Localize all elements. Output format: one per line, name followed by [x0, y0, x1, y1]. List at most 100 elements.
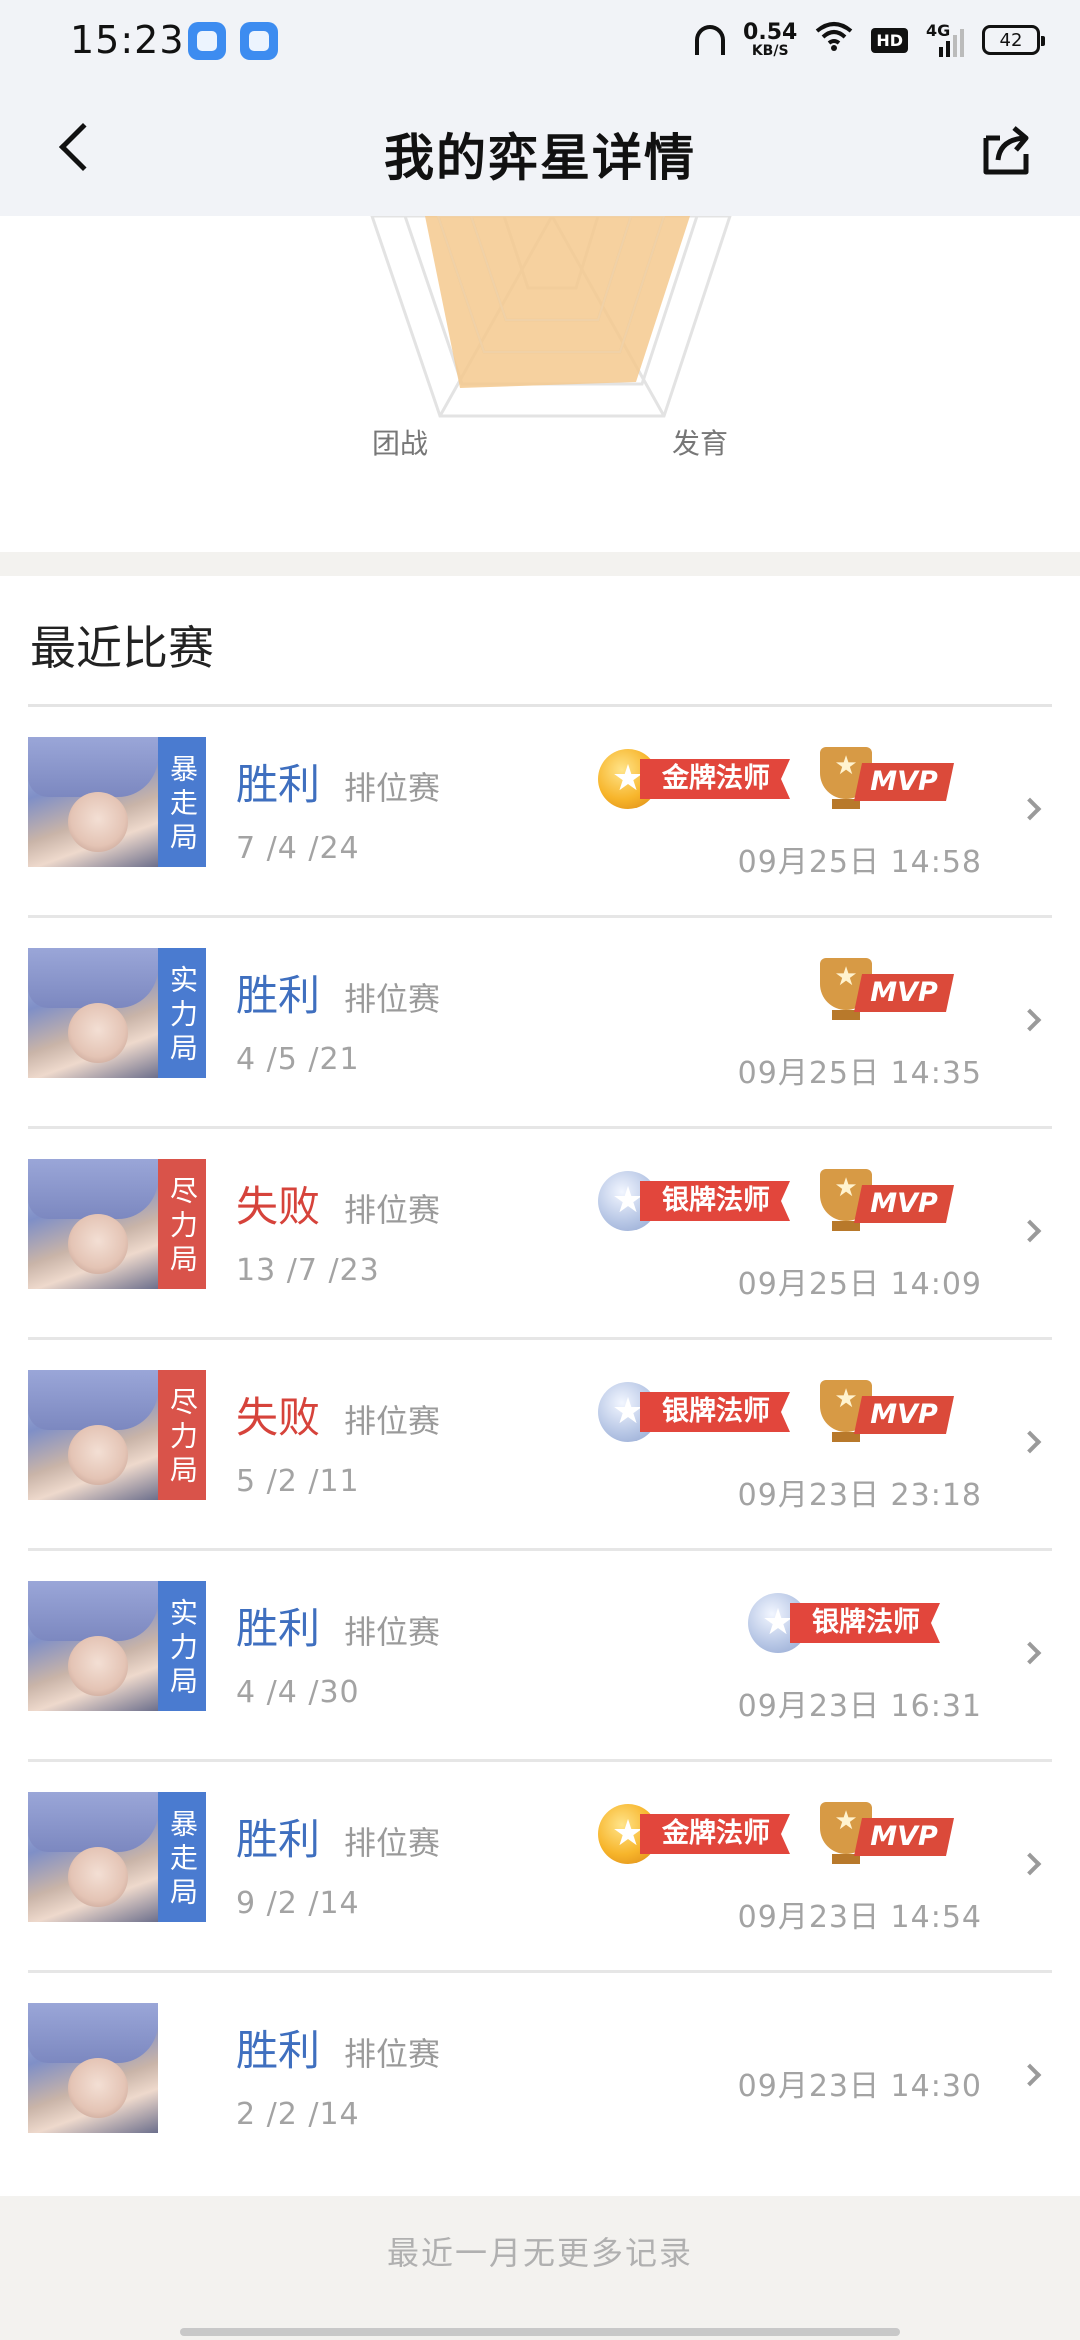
- medal-badge: 金牌法师: [598, 1802, 798, 1866]
- match-time: 09月25日 14:09: [737, 1267, 982, 1302]
- medal-badge: 银牌法师: [598, 1380, 798, 1444]
- battery-icon: 42: [982, 25, 1045, 55]
- share-button[interactable]: [978, 122, 1034, 178]
- hero-avatar: [28, 1159, 158, 1289]
- mvp-label: MVP: [854, 974, 954, 1012]
- match-row[interactable]: 暴走局胜利排位赛 7 /4 /24 09月25日 14:58 金牌法师 MVP: [0, 707, 1080, 918]
- match-mode-badge: 暴走局: [158, 1792, 206, 1922]
- match-time: 09月25日 14:58: [737, 845, 982, 880]
- match-mode-badge: 暴走局: [158, 737, 206, 867]
- match-result: 失败: [236, 1182, 321, 1231]
- mvp-badge: MVP: [814, 1169, 956, 1233]
- mvp-badge: MVP: [814, 747, 956, 811]
- chevron-right-icon: [1018, 1008, 1044, 1032]
- medal-badge: 银牌法师: [748, 1591, 948, 1655]
- hero-avatar: [28, 2003, 158, 2133]
- status-indicators: 0.54 KB/S HD 4G 42: [695, 18, 1045, 62]
- match-kda: 7 /4 /24: [236, 831, 360, 866]
- match-type: 排位赛: [344, 1191, 441, 1229]
- match-result: 胜利: [236, 760, 321, 809]
- mvp-label: MVP: [854, 1818, 954, 1856]
- radar-label-farming: 发育: [672, 427, 729, 460]
- match-type: 排位赛: [344, 1402, 441, 1440]
- match-result: 胜利: [236, 1604, 321, 1653]
- match-row[interactable]: 暴走局胜利排位赛 9 /2 /14 09月23日 14:54 金牌法师 MVP: [0, 1762, 1080, 1973]
- no-more-records-text: 最近一月无更多记录: [386, 2234, 693, 2272]
- hero-avatar: [28, 1792, 158, 1922]
- medal-label: 金牌法师: [640, 759, 790, 799]
- hero-avatar: [28, 948, 158, 1078]
- match-kda: 9 /2 /14: [236, 1886, 360, 1921]
- match-mode-badge: 尽力局: [158, 1159, 206, 1289]
- headset-icon: [695, 25, 726, 55]
- match-mode-badge: 实力局: [158, 1581, 206, 1711]
- home-indicator[interactable]: [180, 2328, 900, 2336]
- match-result: 胜利: [236, 2026, 321, 2075]
- match-row[interactable]: 实力局胜利排位赛 4 /4 /30 09月23日 16:31 银牌法师: [0, 1551, 1080, 1762]
- network-speed: 0.54 KB/S: [743, 20, 798, 59]
- app-header: 我的弈星详情: [0, 82, 1080, 216]
- chevron-right-icon: [1018, 1852, 1044, 1876]
- match-result: 胜利: [236, 1815, 321, 1864]
- medal-label: 金牌法师: [640, 1814, 790, 1854]
- mvp-label: MVP: [854, 1185, 954, 1223]
- match-kda: 13 /7 /23: [236, 1253, 380, 1288]
- match-kda: 4 /4 /30: [236, 1675, 360, 1710]
- recent-matches-title: 最近比赛: [30, 621, 214, 675]
- footer: 最近一月无更多记录: [0, 2196, 1080, 2340]
- match-row[interactable]: 胜利 排位赛 2 /2 /14 09月23日 14:30: [0, 1973, 1080, 2184]
- match-time: 09月23日 23:18: [737, 1478, 982, 1513]
- medal-badge: 金牌法师: [598, 747, 798, 811]
- match-type: 排位赛: [344, 1613, 441, 1651]
- section-separator: [0, 552, 1080, 576]
- match-time: 09月23日 16:31: [737, 1689, 982, 1724]
- mvp-badge: MVP: [814, 1380, 956, 1444]
- mvp-label: MVP: [854, 1396, 954, 1434]
- radar-label-teamfight: 团战: [372, 427, 429, 460]
- match-mode-badge: 尽力局: [158, 1370, 206, 1500]
- match-kda: 5 /2 /11: [236, 1464, 360, 1499]
- match-type: 排位赛: [344, 769, 441, 807]
- match-type: 排位赛: [344, 2035, 441, 2073]
- match-type: 排位赛: [344, 1824, 441, 1862]
- match-type: 排位赛: [344, 980, 441, 1018]
- medal-badge: 银牌法师: [598, 1169, 798, 1233]
- chat-notification-icon: [240, 22, 278, 60]
- match-row[interactable]: 尽力局失败排位赛 13 /7 /23 09月25日 14:09 银牌法师 MVP: [0, 1129, 1080, 1340]
- radar-svg: [370, 216, 732, 418]
- match-list: 暴走局胜利排位赛7 /4 /2409月25日 14:58金牌法师MVP实力局胜利…: [0, 707, 1080, 2184]
- share-icon: [983, 126, 1029, 175]
- hd-icon: HD: [871, 27, 908, 53]
- match-kda: 2 /2 /14: [236, 2097, 360, 2132]
- medal-label: 银牌法师: [790, 1603, 940, 1643]
- chevron-right-icon: [1018, 797, 1044, 821]
- status-time: 15:23: [70, 18, 185, 62]
- match-mode-badge: 实力局: [158, 948, 206, 1078]
- wifi-icon: [815, 21, 853, 59]
- chevron-right-icon: [1018, 1219, 1044, 1243]
- match-time: 09月23日 14:30: [737, 2069, 982, 2104]
- medal-label: 银牌法师: [640, 1392, 790, 1432]
- medal-label: 银牌法师: [640, 1181, 790, 1221]
- match-time: 09月25日 14:35: [737, 1056, 982, 1091]
- match-row[interactable]: 实力局胜利排位赛 4 /5 /21 09月25日 14:35 MVP: [0, 918, 1080, 1129]
- radar-chart: 团战 发育: [0, 216, 1080, 552]
- chevron-right-icon: [1018, 1430, 1044, 1454]
- hero-avatar: [28, 737, 158, 867]
- page-title: 我的弈星详情: [384, 128, 696, 187]
- mvp-badge: MVP: [814, 958, 956, 1022]
- chevron-right-icon: [1018, 2063, 1044, 2087]
- mvp-label: MVP: [854, 763, 954, 801]
- signal-icon: 4G: [926, 21, 964, 57]
- chevron-right-icon: [1018, 1641, 1044, 1665]
- match-row[interactable]: 尽力局失败排位赛 5 /2 /11 09月23日 23:18 银牌法师 MVP: [0, 1340, 1080, 1551]
- match-result: 失败: [236, 1393, 321, 1442]
- hero-avatar: [28, 1581, 158, 1711]
- hero-avatar: [28, 1370, 158, 1500]
- match-kda: 4 /5 /21: [236, 1042, 360, 1077]
- status-bar: 15:23 0.54 KB/S HD 4G 42: [0, 0, 1080, 82]
- match-time: 09月23日 14:54: [737, 1900, 982, 1935]
- match-result: 胜利: [236, 971, 321, 1020]
- app-notification-icon: [188, 22, 226, 60]
- mvp-badge: MVP: [814, 1802, 956, 1866]
